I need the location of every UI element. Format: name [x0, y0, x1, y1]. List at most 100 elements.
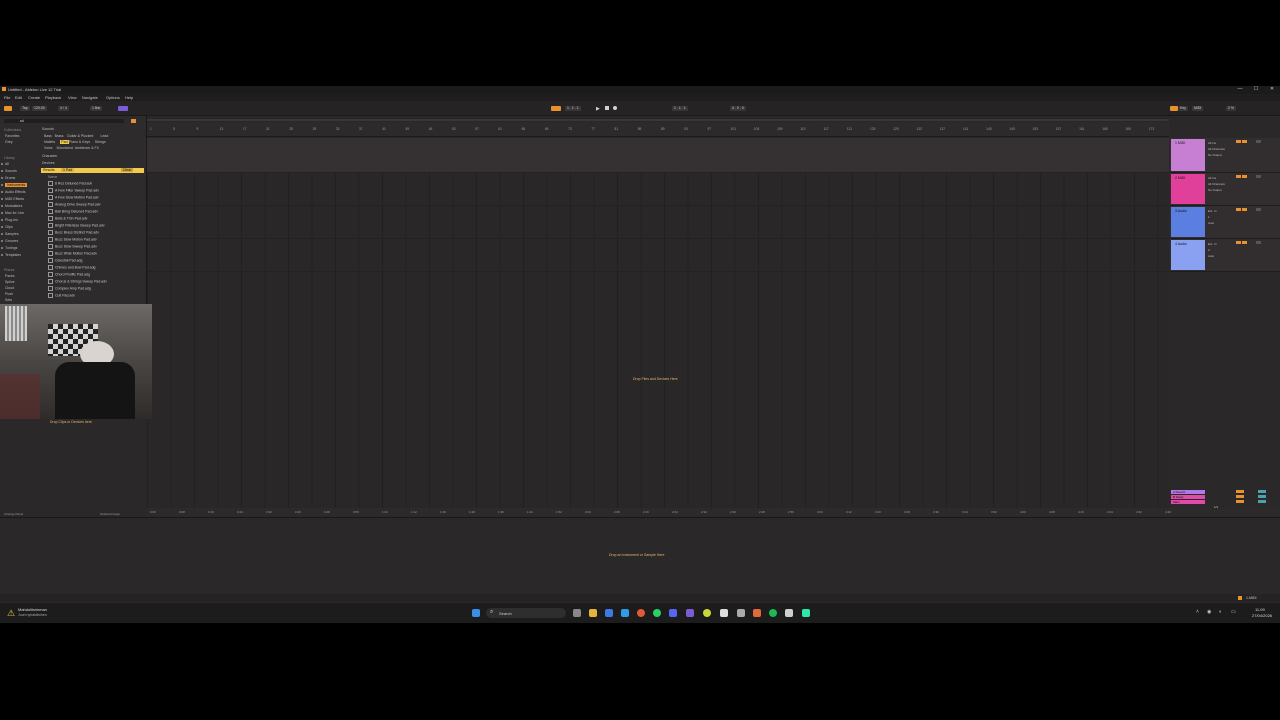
track-channel-selector[interactable]: All Channels	[1208, 147, 1225, 151]
tempo-field[interactable]: 120.00	[32, 106, 47, 111]
track-color-strip[interactable]: 4 Audio	[1171, 240, 1205, 270]
library-item[interactable]: Modulators	[5, 204, 22, 208]
track-channel-selector[interactable]: All Channels	[1208, 182, 1225, 186]
track-solo-button[interactable]	[1242, 140, 1247, 143]
minimize-button[interactable]: —	[1234, 86, 1246, 92]
track-lane-4[interactable]	[147, 239, 1169, 272]
track-activator-button[interactable]	[1236, 241, 1241, 244]
time-ruler[interactable]: 0:00 0:08 0:16 0:24 0:32 0:40 0:48 0:56 1:04 1:12…	[147, 508, 1280, 516]
mail-icon[interactable]	[605, 609, 613, 617]
filter-tag[interactable]: Strings	[95, 140, 106, 144]
track-arm-button[interactable]	[1256, 241, 1261, 244]
return-track-name[interactable]: Main	[1173, 500, 1180, 504]
menu-navigate[interactable]: Navigate	[82, 95, 98, 100]
collection-grey[interactable]: Grey	[5, 140, 13, 144]
track-output-selector[interactable]: Auto	[1208, 221, 1214, 225]
browser-file-item[interactable]: Buzz Wide Motion Pad.adv	[48, 251, 97, 256]
spotify-icon[interactable]	[769, 609, 777, 617]
scroll-bar[interactable]	[147, 119, 1169, 121]
track-activator-button[interactable]	[1236, 175, 1241, 178]
library-item[interactable]: Plug-Ins	[5, 218, 18, 222]
filter-tag[interactable]: Pad	[60, 140, 69, 144]
library-item[interactable]: Instruments	[5, 183, 28, 187]
browser-file-item[interactable]: Celestial Pad.adg	[48, 258, 82, 263]
app-icon-white[interactable]	[720, 609, 728, 617]
collection-favorites[interactable]: Favorites	[5, 134, 19, 138]
beat-ruler[interactable]: 1 5 9 13 17 21 25 29 33 37 41 45 49 53 57 61 65 69 73 77 81 8…	[147, 122, 1169, 137]
alert-title[interactable]: Mahdollisimman	[18, 607, 47, 612]
track-header[interactable]: 1 MIDI All Ins All Channels No Output	[1170, 138, 1280, 173]
browser-file-item[interactable]: A Few Slow Motion Pad.adv	[48, 195, 99, 200]
store-icon[interactable]	[621, 609, 629, 617]
warning-icon[interactable]: ⚠	[7, 608, 15, 619]
menu-options[interactable]: Options	[106, 95, 120, 100]
filter-tag[interactable]: Ambience & FX	[75, 146, 99, 150]
track-activator-button[interactable]	[1236, 208, 1241, 211]
track-header[interactable]: 2 MIDI All Ins All Channels No Output	[1170, 173, 1280, 206]
filter-toggle-button[interactable]	[131, 119, 136, 123]
browser-file-item[interactable]: Chord Prolific Pad.adg	[48, 272, 90, 277]
track-input-selector[interactable]: All Ins	[1208, 141, 1216, 145]
filter-tag[interactable]: Mallets	[44, 140, 55, 144]
loop-start-field[interactable]: 1 . 1 . 1	[672, 106, 688, 111]
midi-map-label[interactable]: MIDI	[1192, 106, 1204, 111]
loop-length-field[interactable]: 4 . 0 . 0	[730, 106, 746, 111]
library-item[interactable]: Grooves	[5, 239, 18, 243]
discord-icon[interactable]	[669, 609, 677, 617]
library-item[interactable]: Templates	[5, 253, 21, 257]
file-explorer-icon[interactable]	[589, 609, 597, 617]
track-output-selector[interactable]: No Output	[1208, 188, 1222, 192]
name-column-header[interactable]: Name	[48, 175, 57, 179]
record-icon[interactable]	[613, 106, 617, 110]
menu-playback[interactable]: Playback	[45, 95, 61, 100]
return-track-row[interactable]: Main	[1171, 500, 1205, 504]
track-header[interactable]: 4 Audio Ext. In 2 Auto	[1170, 239, 1280, 272]
battery-icon[interactable]: ▭	[1231, 609, 1236, 615]
volume-icon[interactable]: ◐	[1219, 609, 1222, 615]
return-track-row[interactable]: A Reverb	[1171, 490, 1205, 494]
return-track-name[interactable]: B Delay	[1173, 495, 1184, 499]
track-color-strip[interactable]: 1 MIDI	[1171, 139, 1205, 171]
menu-file[interactable]: File	[4, 95, 10, 100]
places-item[interactable]: Sets	[5, 298, 12, 302]
track-input-selector[interactable]: Ext. In	[1208, 242, 1217, 246]
track-channel-selector[interactable]: 1	[1208, 215, 1210, 219]
browser-file-item[interactable]: Chimes and Bow Pad.adg	[48, 265, 95, 270]
track-output-selector[interactable]: No Output	[1208, 153, 1222, 157]
track-color-strip[interactable]: 2 MIDI	[1171, 174, 1205, 204]
track-arm-button[interactable]	[1256, 208, 1261, 211]
places-item[interactable]: Packs	[5, 274, 15, 278]
browser-file-item[interactable]: Chorus & Strings Sweep Pad.adv	[48, 279, 107, 284]
library-item[interactable]: Clips	[5, 225, 13, 229]
library-item[interactable]: Max for Live	[5, 211, 24, 215]
library-item[interactable]: Samples	[5, 232, 19, 236]
track-name[interactable]: 4 Audio	[1175, 242, 1187, 246]
browser-file-item[interactable]: Ball Bring Detuned Pad.adv	[48, 209, 98, 214]
library-item[interactable]: Tunings	[5, 246, 17, 250]
track-input-selector[interactable]: All Ins	[1208, 176, 1216, 180]
library-item[interactable]: Sounds	[5, 169, 17, 173]
filter-sounds-label[interactable]: Sounds	[42, 127, 54, 131]
browser-file-item[interactable]: Buzz Brass Distinct Pad.adv	[48, 230, 99, 235]
track-solo-button[interactable]	[1242, 175, 1247, 178]
app-icon-purple[interactable]	[686, 609, 694, 617]
tray-chevron-icon[interactable]: ˄	[1196, 609, 1199, 615]
track-solo-button[interactable]	[1242, 241, 1247, 244]
filter-devices-label[interactable]: Devices	[42, 161, 54, 165]
filter-tag[interactable]: Voice	[44, 146, 53, 150]
track-lane-2[interactable]	[147, 173, 1169, 206]
clock-date[interactable]: 27/04/2026	[1252, 613, 1272, 618]
track-name[interactable]: 2 MIDI	[1175, 176, 1185, 180]
ableton-taskbar-icon[interactable]	[785, 609, 793, 617]
taskbar-search[interactable]: ⌕ Search	[486, 608, 566, 618]
return-activator[interactable]	[1236, 490, 1244, 493]
filter-tag[interactable]: Bass	[44, 134, 52, 138]
track-channel-selector[interactable]: 2	[1208, 248, 1210, 252]
close-button[interactable]: ✕	[1266, 86, 1278, 92]
track-activator-button[interactable]	[1236, 140, 1241, 143]
app-icon-lime[interactable]	[703, 609, 711, 617]
browser-file-item[interactable]: Cult Pad.adv	[48, 293, 75, 298]
maximize-button[interactable]: ☐	[1250, 86, 1262, 92]
return-track-row[interactable]: B Delay	[1171, 495, 1205, 499]
quantize-menu[interactable]: 1 Bar	[90, 106, 103, 111]
